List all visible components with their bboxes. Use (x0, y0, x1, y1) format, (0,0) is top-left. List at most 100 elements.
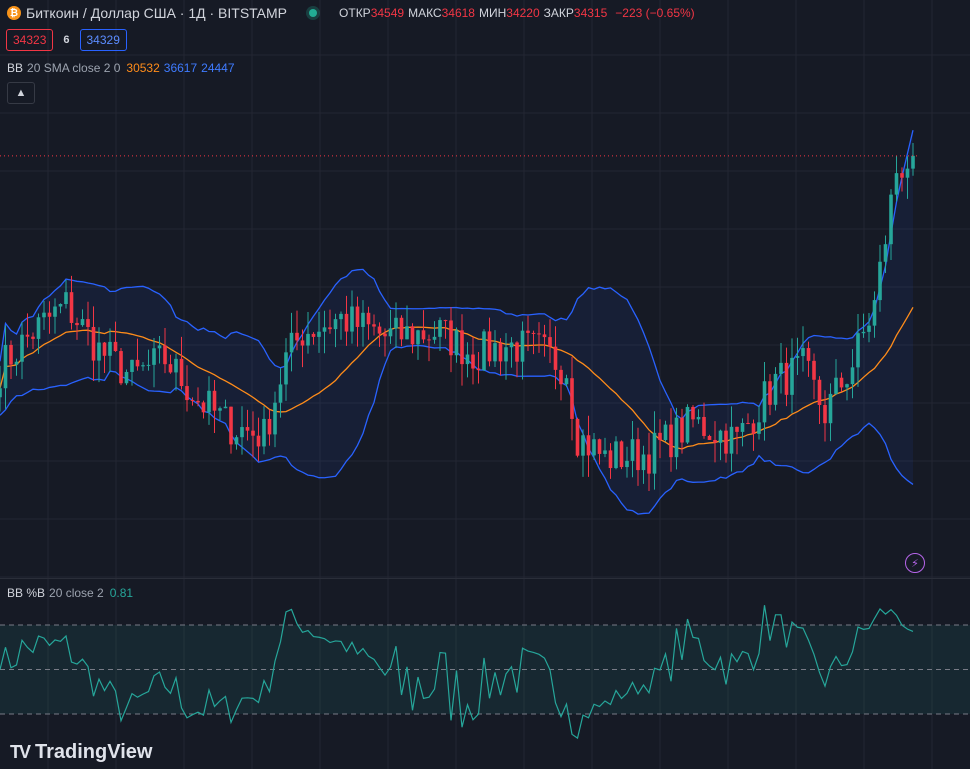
candle-body (784, 362, 789, 395)
candle-body (124, 371, 129, 384)
market-status-icon[interactable] (309, 9, 318, 17)
candle-body (806, 348, 811, 361)
candle (410, 323, 415, 354)
candle-body (713, 439, 717, 443)
candle-body (531, 332, 536, 334)
candle-body (663, 424, 668, 441)
candle-body (845, 384, 849, 388)
candle-body (399, 317, 404, 340)
bb-legend[interactable]: BB 20 SMA close 2 0 30532 36617 24447 (7, 61, 235, 75)
candle-body (740, 422, 745, 432)
candle-body (207, 390, 211, 413)
candle-body (201, 402, 206, 413)
candle-body (20, 334, 24, 362)
candle-body (537, 333, 541, 335)
pctb-value: 0.81 (109, 586, 134, 600)
candle-body (317, 331, 321, 337)
bb-lower-value: 24447 (201, 61, 235, 75)
candle-body (339, 313, 343, 320)
candle-body (559, 369, 563, 385)
candle-body (878, 261, 882, 301)
candle-body (850, 367, 855, 385)
candle-body (647, 454, 651, 474)
spread-value: 6 (63, 34, 70, 46)
candle-body (839, 377, 844, 388)
chart-canvas[interactable] (0, 0, 970, 769)
pctb-params: 20 close 2 (49, 586, 104, 600)
candle-body (240, 427, 244, 438)
candle-body (861, 331, 866, 334)
candle (119, 347, 123, 386)
candle-body (119, 351, 123, 384)
candle-body (680, 417, 684, 443)
candle-body (581, 435, 585, 456)
candle-body (828, 393, 833, 424)
close-label: ЗАКР (543, 6, 574, 20)
candle-body (86, 319, 90, 327)
candle-body (729, 426, 734, 454)
sell-button[interactable]: 34323 (6, 29, 54, 51)
candle-body (306, 333, 310, 346)
candle-body (900, 173, 904, 178)
candle-body (196, 400, 200, 403)
candle-body (718, 430, 723, 443)
candle-body (416, 330, 420, 345)
candle-body (702, 416, 706, 436)
tradingview-logo-icon: TV (10, 742, 31, 762)
candle-body (614, 441, 618, 469)
candle-body (883, 244, 888, 262)
candle-body (691, 406, 695, 420)
candle (773, 367, 778, 411)
candle-body (658, 432, 662, 441)
candle-body (212, 390, 217, 411)
open-label: ОТКР (339, 6, 371, 20)
candle-body (256, 435, 261, 447)
candle-body (141, 365, 145, 367)
candle-body (350, 306, 354, 332)
candle-body (185, 386, 189, 401)
candle-body (526, 330, 530, 333)
candle-body (135, 359, 140, 367)
candle-body (460, 330, 464, 365)
change-value: −223 (−0.65%) (615, 6, 695, 20)
brand[interactable]: TV TradingView (10, 741, 152, 764)
candle (685, 404, 690, 444)
candle-body (410, 326, 415, 345)
candle (234, 435, 239, 450)
candle-body (570, 378, 574, 419)
chevron-up-icon[interactable]: ▲ (7, 82, 35, 104)
candle (482, 329, 486, 372)
candle-body (152, 348, 156, 365)
candle-body (817, 379, 822, 406)
candle-body (289, 332, 294, 353)
candle-body (372, 324, 376, 327)
lightning-icon[interactable]: ⚡ (905, 553, 925, 573)
candle-body (443, 320, 448, 322)
symbol-title[interactable]: Биткоин / Доллар США · 1Д · BITSTAMP (26, 5, 287, 21)
candle-body (911, 155, 915, 169)
candle-body (768, 381, 772, 405)
candle-body (465, 354, 470, 365)
candle-body (735, 426, 739, 432)
buy-button[interactable]: 34329 (79, 29, 127, 51)
candle-body (190, 400, 195, 402)
candle-body (42, 312, 46, 318)
pctb-legend[interactable]: BB %B 20 close 2 0.81 (7, 586, 133, 600)
candle-body (130, 359, 134, 372)
candle-body (174, 358, 178, 373)
candle-body (328, 327, 332, 330)
high-label: МАКС (408, 6, 442, 20)
candle-body (14, 361, 19, 365)
candle (229, 406, 233, 454)
candle-body (724, 430, 728, 454)
candle-body (262, 418, 266, 447)
bitcoin-icon: ₿ (7, 6, 21, 20)
candle-body (515, 342, 519, 362)
candle-body (801, 348, 805, 357)
candle-body (295, 332, 299, 341)
bb-params: 20 SMA close 2 0 (27, 61, 121, 75)
candle-body (377, 326, 382, 334)
brand-name: TradingView (35, 741, 153, 763)
candle-body (31, 336, 35, 339)
candle-body (542, 334, 547, 338)
